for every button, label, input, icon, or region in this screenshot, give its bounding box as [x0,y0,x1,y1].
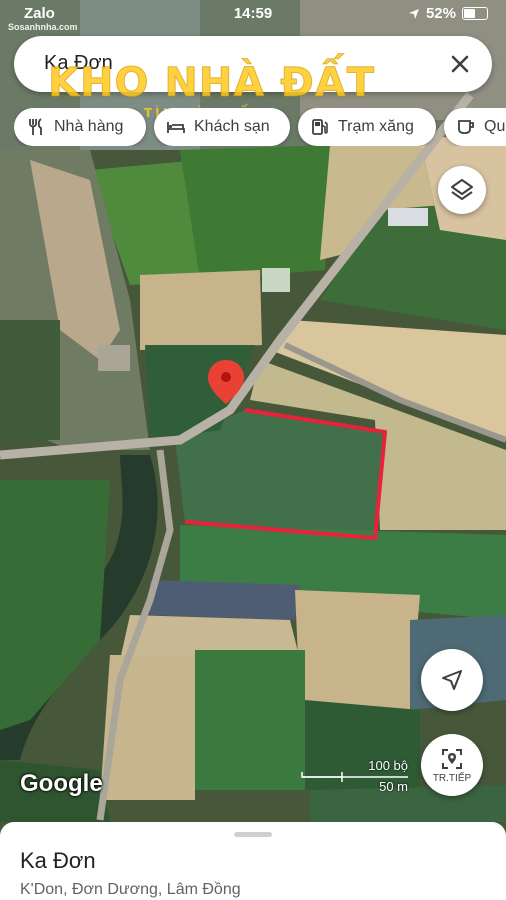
map-scale: 100 bộ 50 m [300,758,412,798]
search-query[interactable]: Ka Đơn [44,52,113,75]
gas-station-icon [312,119,328,135]
scale-metric: 50 m [379,779,408,794]
battery-percent: 52% [425,5,456,22]
chip-gas-stations[interactable]: Trạm xăng [298,108,436,146]
layers-icon [451,179,473,200]
site-watermark: Sosanhnha.com [8,22,78,32]
status-right: 52% [408,5,488,22]
chip-hotels[interactable]: Khách sạn [154,108,290,146]
cafe-icon [458,120,474,134]
close-icon[interactable] [444,48,476,80]
place-title: Ka Đơn [20,848,96,873]
category-chips: Nhà hàng Khách sạn Trạm xăng Qu [14,108,506,146]
my-location-button[interactable] [421,649,483,711]
google-logo: Google [20,770,103,797]
search-bar[interactable]: Ka Đơn [14,36,492,92]
chip-label: Khách sạn [194,118,270,135]
place-address: K'Don, Đơn Dương, Lâm Đồng [20,881,241,898]
battery-icon [462,7,488,20]
chip-label: Qu [484,118,506,135]
restaurant-icon [29,118,42,135]
scale-imperial: 100 bộ [368,758,408,773]
navigation-arrow-icon [442,670,462,690]
next-button[interactable]: TR.TIẾP [421,734,483,796]
chip-label: Trạm xăng [338,118,414,135]
place-bottom-sheet[interactable]: Ka Đơn K'Don, Đơn Dương, Lâm Đồng [0,822,506,900]
sheet-drag-handle[interactable] [234,832,272,837]
location-arrow-icon [408,8,419,19]
chip-label: Nhà hàng [54,118,124,135]
layers-button[interactable] [438,166,486,214]
hotel-icon [167,122,185,133]
focus-pin-icon [442,748,462,769]
chip-restaurants[interactable]: Nhà hàng [14,108,146,146]
next-label: TR.TIẾP [432,772,472,784]
chip-cafes[interactable]: Qu [444,108,506,146]
